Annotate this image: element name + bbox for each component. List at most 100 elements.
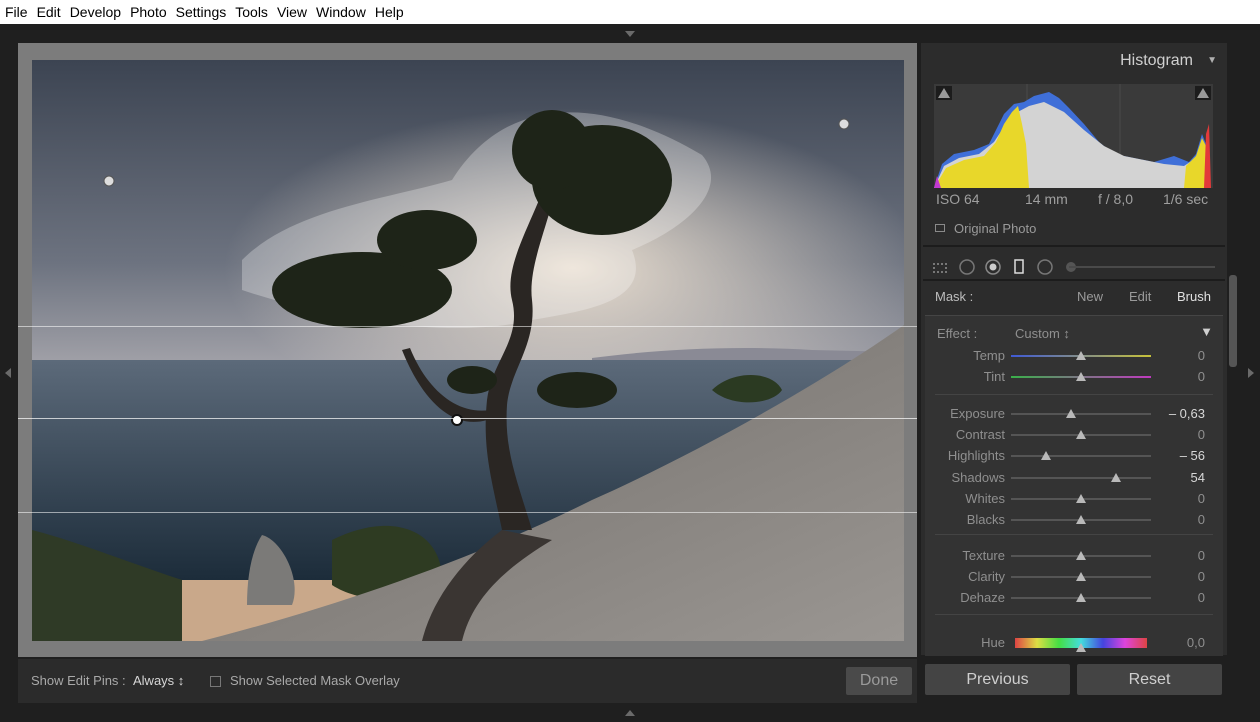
show-edit-pins-label: Show Edit Pins : [31, 673, 126, 688]
edit-pin [103, 175, 115, 187]
original-photo-label: Original Photo [954, 221, 1037, 236]
show-edit-pins-select[interactable]: Always ↕ [133, 673, 184, 688]
mask-brush-button[interactable]: Brush [1177, 289, 1211, 304]
slider-value-texture[interactable]: 0 [1198, 548, 1205, 563]
slider-row-contrast: Contrast 0 [925, 425, 1223, 445]
histogram-chart [934, 84, 1213, 188]
slider-thumb-highlights[interactable] [1041, 451, 1051, 460]
collapse-top-arrow-icon[interactable] [625, 31, 635, 37]
photo-preview[interactable] [32, 60, 904, 641]
slider-thumb-clarity[interactable] [1076, 572, 1086, 581]
graduated-line-center[interactable] [18, 418, 917, 419]
slider-value-temp[interactable]: 0 [1198, 348, 1205, 363]
slider-row-hue: Hue 0,0 [925, 633, 1223, 653]
graduated-line-bottom[interactable] [18, 512, 917, 513]
slider-value-blacks[interactable]: 0 [1198, 512, 1205, 527]
mask-row: Mask : New Edit Brush [921, 281, 1227, 313]
slider-thumb-exposure[interactable] [1066, 409, 1077, 418]
slider-row-exposure: Exposure – 0,63 [925, 404, 1223, 424]
divider [923, 245, 1225, 247]
menu-photo[interactable]: Photo [125, 0, 171, 24]
previous-button[interactable]: Previous [925, 664, 1070, 695]
menu-settings[interactable]: Settings [171, 0, 231, 24]
slider-row-highlights: Highlights – 56 [925, 446, 1223, 466]
slider-row-blacks: Blacks 0 [925, 510, 1223, 530]
slider-label-hue: Hue [981, 635, 1005, 650]
collapse-left-arrow-icon[interactable] [5, 368, 11, 378]
slider-thumb-contrast[interactable] [1076, 430, 1086, 439]
slider-thumb-tint[interactable] [1076, 372, 1086, 381]
slider-thumb-hue[interactable] [1076, 643, 1086, 652]
slider-row-clarity: Clarity 0 [925, 567, 1223, 587]
histogram-title: Histogram [1120, 52, 1193, 69]
exif-aperture: f / 8,0 [1098, 191, 1134, 207]
slider-row-shadows: Shadows 54 [925, 468, 1223, 488]
slider-label-tint: Tint [983, 369, 1005, 384]
bottom-toolbar: Show Edit Pins : Always ↕ Show Selected … [18, 659, 917, 703]
panel-scrollbar[interactable] [1229, 275, 1237, 367]
slider-value-tint[interactable]: 0 [1198, 369, 1205, 384]
slider-value-clarity[interactable]: 0 [1198, 569, 1205, 584]
slider-thumb-dehaze[interactable] [1076, 593, 1086, 602]
reset-button[interactable]: Reset [1077, 664, 1222, 695]
mask-new-button[interactable]: New [1077, 289, 1103, 304]
slider-value-whites[interactable]: 0 [1198, 491, 1205, 506]
slider-value-shadows[interactable]: 54 [1191, 470, 1205, 485]
crop-tool-icon [933, 263, 947, 273]
slider-label-highlights: Highlights [947, 448, 1005, 463]
histogram-header[interactable]: Histogram ▼ [921, 43, 1227, 79]
mask-edit-button[interactable]: Edit [1129, 289, 1151, 304]
mask-overlay-checkbox[interactable] [210, 676, 221, 687]
collapse-caret-icon[interactable]: ▼ [1207, 55, 1217, 66]
exif-iso: ISO 64 [936, 191, 980, 207]
slider-track-highlights[interactable] [1011, 455, 1151, 457]
collapse-bottom-arrow-icon[interactable] [625, 710, 635, 716]
graduated-filter-icon [1014, 259, 1024, 274]
exif-shutter-speed: 1/6 sec [1163, 191, 1209, 207]
slider-label-dehaze: Dehaze [960, 590, 1005, 605]
section-separator [935, 614, 1213, 615]
section-separator [935, 534, 1213, 535]
slider-thumb-blacks[interactable] [1076, 515, 1086, 524]
graduated-line-top[interactable] [18, 326, 917, 327]
effect-collapse-icon[interactable]: ▼ [1200, 324, 1213, 339]
collapse-right-arrow-icon[interactable] [1248, 368, 1254, 378]
menu-help[interactable]: Help [370, 0, 408, 24]
slider-value-contrast[interactable]: 0 [1198, 427, 1205, 442]
tool-strip [921, 253, 1227, 281]
slider-label-temp: Temp [973, 348, 1005, 363]
slider-value-dehaze[interactable]: 0 [1198, 590, 1205, 605]
radial-filter-icon [1037, 259, 1053, 275]
slider-value-highlights[interactable]: – 56 [1180, 448, 1205, 463]
slider-label-clarity: Clarity [968, 569, 1005, 584]
slider-label-contrast: Contrast [955, 427, 1005, 442]
menu-edit[interactable]: Edit [32, 0, 65, 24]
slider-thumb-temp[interactable] [1076, 351, 1086, 360]
menu-tools[interactable]: Tools [230, 0, 272, 24]
slider-track-exposure[interactable] [1011, 413, 1151, 415]
right-panel: Histogram ▼ ISO 64 14 mm f / 8,0 1/6 sec… [921, 43, 1227, 656]
slider-label-shadows: Shadows [951, 470, 1005, 485]
original-photo-checkbox[interactable] [935, 224, 945, 232]
menu-develop[interactable]: Develop [65, 0, 125, 24]
done-button[interactable]: Done [846, 667, 912, 695]
menu-file[interactable]: File [0, 0, 32, 24]
menu-window[interactable]: Window [311, 0, 370, 24]
effect-label: Effect : [937, 326, 978, 341]
effect-preset-select[interactable]: Custom ↕ [1015, 326, 1070, 341]
slider-thumb-whites[interactable] [1076, 494, 1086, 503]
edit-pin [838, 118, 850, 130]
section-separator [935, 394, 1213, 395]
original-photo-toggle[interactable]: Original Photo [935, 221, 1036, 236]
menu-view[interactable]: View [272, 0, 311, 24]
slider-thumb-texture[interactable] [1076, 551, 1086, 560]
slider-track-shadows[interactable] [1011, 477, 1151, 479]
slider-value-exposure[interactable]: – 0,63 [1169, 406, 1205, 421]
slider-row-tint: Tint 0 [925, 367, 1223, 387]
slider-value-hue[interactable]: 0,0 [1187, 635, 1205, 650]
exif-focal-length: 14 mm [1025, 191, 1068, 207]
slider-row-dehaze: Dehaze 0 [925, 588, 1223, 608]
slider-label-exposure: Exposure [950, 406, 1005, 421]
slider-label-texture: Texture [962, 548, 1005, 563]
slider-thumb-shadows[interactable] [1111, 473, 1121, 482]
